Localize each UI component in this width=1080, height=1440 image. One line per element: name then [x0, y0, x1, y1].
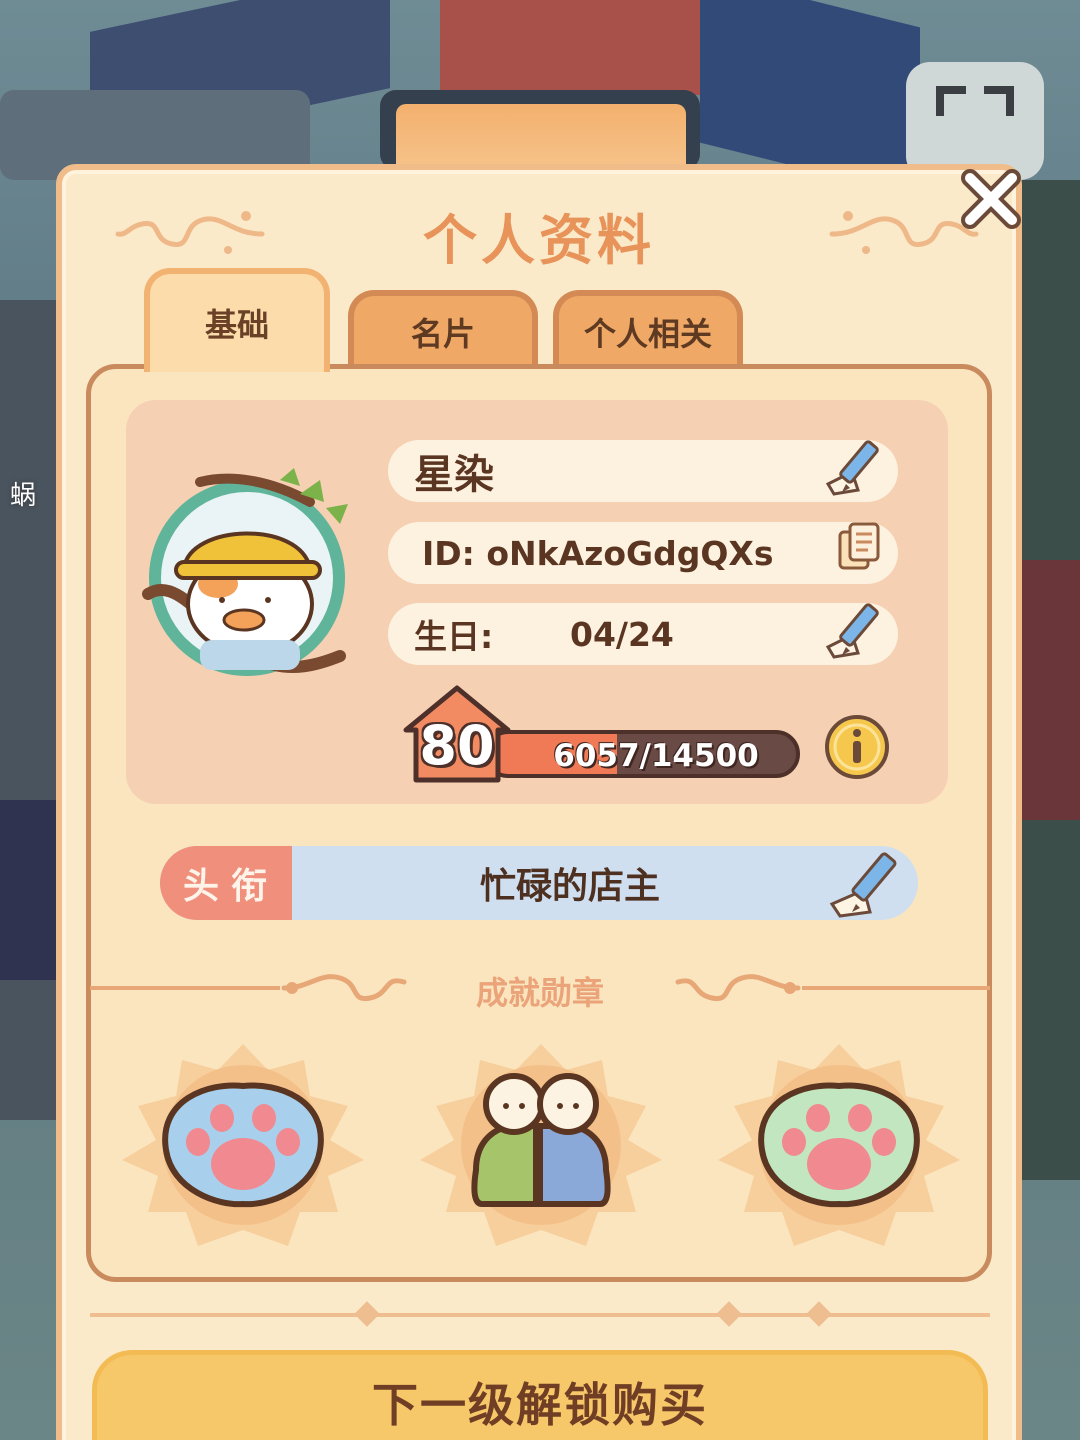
- divider-line: [90, 1313, 990, 1317]
- achievements-title: 成就勋章: [475, 974, 604, 1012]
- birthday-label: 生日:: [414, 617, 494, 656]
- edit-birthday-icon[interactable]: [822, 595, 892, 665]
- tab-basic[interactable]: 基础: [144, 268, 330, 372]
- exp-text: 6057/14500: [553, 738, 759, 774]
- divider-diamond: [806, 1301, 832, 1327]
- name-field: 星染: [388, 440, 898, 502]
- info-icon[interactable]: [824, 714, 890, 780]
- avatar[interactable]: [140, 464, 354, 686]
- level-progress: 6057/14500 80: [398, 680, 808, 790]
- achievements-heading: 成就勋章: [90, 960, 990, 1016]
- title-tag: 头衔: [160, 846, 292, 920]
- divider-diamond: [354, 1301, 380, 1327]
- fullscreen-icon-corner: [984, 86, 1014, 116]
- unlock-next-level-button[interactable]: 下一级解锁购买: [92, 1350, 988, 1440]
- heading-line-right: [802, 986, 990, 990]
- level-number: 80: [419, 714, 495, 777]
- scene-roses: [1020, 560, 1080, 820]
- tab-card[interactable]: 名片: [348, 290, 538, 368]
- scene-left-wall: [0, 300, 60, 1120]
- twins-icon[interactable]: [416, 1040, 666, 1250]
- title-value: 忙碌的店主: [479, 866, 660, 907]
- edit-pencil-icon[interactable]: [822, 432, 892, 502]
- flourish-right-icon: [829, 211, 979, 254]
- paw-blue-icon[interactable]: [118, 1040, 368, 1250]
- id-field: ID: oNkAzoGdgQXs: [388, 522, 898, 584]
- player-id: ID: oNkAzoGdgQXs: [422, 533, 774, 573]
- tab-personal[interactable]: 个人相关: [553, 290, 743, 368]
- flourish-small-right-icon: [675, 974, 801, 1002]
- paw-green-icon[interactable]: [714, 1040, 964, 1250]
- fullscreen-icon: [936, 86, 966, 116]
- birthday-value: 04/24: [570, 614, 674, 654]
- scene-tower: [0, 800, 60, 980]
- divider-diamond: [716, 1301, 742, 1327]
- title-row: 头衔 忙碌的店主: [160, 846, 918, 920]
- player-name: 星染: [414, 452, 494, 498]
- edit-title-icon[interactable]: [826, 846, 910, 922]
- divider: [90, 1300, 990, 1330]
- fullscreen-button[interactable]: [906, 62, 1044, 180]
- exp-bar: 6057/14500: [484, 730, 800, 778]
- scene-curtain: [440, 0, 700, 95]
- close-icon[interactable]: [960, 168, 1022, 230]
- birthday-field: 生日: 04/24: [388, 603, 898, 665]
- copy-icon[interactable]: [830, 518, 890, 578]
- side-label: 蜗: [10, 481, 37, 511]
